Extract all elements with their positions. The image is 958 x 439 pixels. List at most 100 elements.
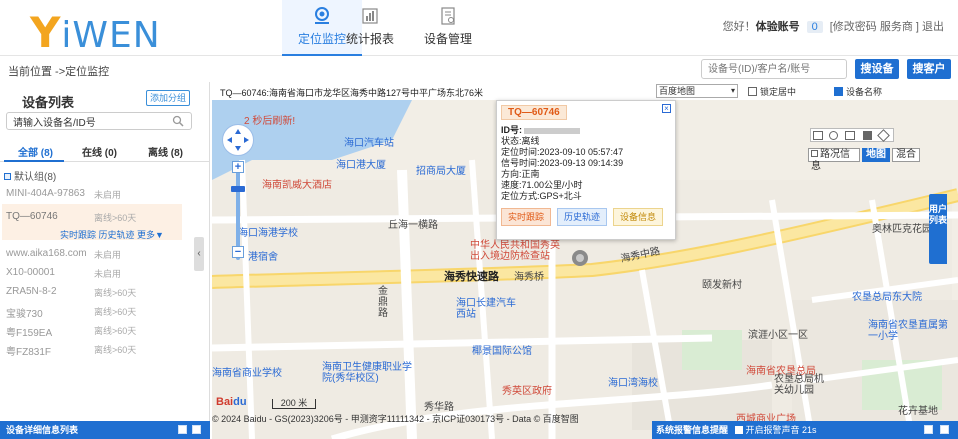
device-name: MINI-404A-97863 xyxy=(6,188,85,199)
checkbox-checked-icon xyxy=(834,87,843,96)
device-status: 离线>60天 xyxy=(94,345,137,355)
map-label: 海秀桥 xyxy=(514,272,544,283)
map-label: 椰景国际公馆 xyxy=(472,346,532,357)
device-info-button[interactable]: 设备信息 xyxy=(613,208,663,226)
map-toolbar xyxy=(810,128,894,142)
map-label: 奥林匹克花园 xyxy=(872,224,932,235)
popup-title: TQ—60746 xyxy=(501,105,567,120)
device-item[interactable]: ZRA5N-8-2 离线>60天 xyxy=(6,286,136,298)
map-label: 金鼎路 xyxy=(378,286,388,319)
device-item[interactable]: 粤FZ831F 离线>60天 xyxy=(6,343,136,358)
active-tab-indicator xyxy=(4,160,64,162)
alarm-label: 系统报警信息提醒 xyxy=(656,425,729,435)
device-status: 未启用 xyxy=(94,269,122,279)
pan-control[interactable] xyxy=(222,124,254,156)
device-item[interactable]: MINI-404A-97863 未启用 xyxy=(6,188,121,200)
lock-center-checkbox[interactable]: 锁定居中 xyxy=(748,85,796,98)
header-user-area: 您好！体验账号 0 [修改密码 服务商 ] 退出 xyxy=(723,18,944,34)
marker-tool-icon[interactable] xyxy=(863,131,872,140)
map-header: TQ—60746:海南省海口市龙华区海秀中路127号中平广场东北76米 百度地图… xyxy=(212,82,958,100)
device-item-selected[interactable]: TQ—60746 离线>60天 xyxy=(6,211,136,223)
map-label: 颐发新村 xyxy=(702,280,742,291)
device-status: 未启用 xyxy=(94,250,122,260)
device-tabs: 全部 (8) 在线 (0) 离线 (8) xyxy=(0,140,210,162)
draw-tool-icon[interactable] xyxy=(877,129,890,142)
device-item[interactable]: www.aika168.com 未启用 xyxy=(6,248,121,260)
redacted-id xyxy=(524,127,580,134)
search-device-button[interactable]: 搜设备 xyxy=(855,59,899,79)
sidebar-collapse-handle[interactable]: ‹ xyxy=(194,237,204,271)
device-action-links[interactable]: 实时跟踪 历史轨迹 更多▼ xyxy=(60,228,164,241)
brand-logo[interactable]: YiWEN xyxy=(30,8,161,57)
minimize-icon[interactable] xyxy=(178,425,187,434)
alarm-notice-bar[interactable]: 系统报警信息提醒 开启报警声音 21s xyxy=(652,421,958,439)
message-count-badge[interactable]: 0 xyxy=(806,21,823,33)
tab-online[interactable]: 在线 (0) xyxy=(82,144,117,159)
nav-device-management[interactable]: 设备管理 xyxy=(408,0,488,56)
search-client-button[interactable]: 搜客户 xyxy=(907,59,951,79)
checkbox-icon xyxy=(748,87,757,96)
layer-map-button[interactable]: 地图 xyxy=(862,148,890,162)
zoom-slider-handle[interactable] xyxy=(231,186,245,192)
close-icon[interactable]: × xyxy=(662,104,671,113)
group-label: 默认组(8) xyxy=(14,172,57,183)
map-label: 出入境边防检查站 xyxy=(470,251,550,262)
map-label: 滨涯小区一区 xyxy=(748,330,808,341)
zoom-in-button[interactable]: + xyxy=(232,161,244,173)
collapse-toggle-icon[interactable] xyxy=(4,173,11,180)
breadcrumb-bar: 当前位置 ->定位监控 搜设备 搜客户 xyxy=(0,57,958,81)
device-detail-list-bar[interactable]: 设备详细信息列表 xyxy=(0,421,210,439)
device-name: TQ—60746 xyxy=(6,211,58,222)
checkbox-icon xyxy=(811,150,818,157)
minimize-icon[interactable] xyxy=(924,425,933,434)
alarm-sound-label: 开启报警声音 21s xyxy=(745,425,817,435)
bar-chart-icon xyxy=(360,6,380,26)
map-label: 海口港大厦 xyxy=(336,160,386,171)
device-name: ZRA5N-8-2 xyxy=(6,286,57,297)
chevron-down-icon: ▾ xyxy=(730,86,735,95)
user-list-tab[interactable]: 用户列表 xyxy=(929,194,947,264)
map-label: 海口长建汽车西站 xyxy=(456,298,516,320)
tab-all[interactable]: 全部 (8) xyxy=(18,144,53,159)
map-scale: 200 米 xyxy=(272,399,316,409)
map-label: 丘海一横路 xyxy=(388,220,438,231)
device-address: TQ—60746:海南省海口市龙华区海秀中路127号中平广场东北76米 xyxy=(220,88,484,98)
map-label: 海秀快速路 xyxy=(444,271,499,283)
realtime-track-button[interactable]: 实时跟踪 xyxy=(501,208,551,226)
ranging-icon[interactable] xyxy=(813,131,823,140)
search-input[interactable] xyxy=(701,59,847,79)
device-name-checkbox[interactable]: 设备名称 xyxy=(834,85,882,98)
device-name: www.aika168.com xyxy=(6,248,87,259)
device-name: 宝骏730 xyxy=(6,309,43,320)
group-header-default[interactable]: 默认组(8) xyxy=(4,168,56,183)
device-sidebar: 设备列表 添加分组 全部 (8) 在线 (0) 离线 (8) 默认组(8) MI… xyxy=(0,82,210,439)
search-icon[interactable] xyxy=(172,115,184,127)
header-links[interactable]: [修改密码 服务商 ] 退出 xyxy=(830,21,944,33)
zoom-out-button[interactable]: − xyxy=(232,246,244,258)
map-copyright: © 2024 Baidu - GS(2023)3206号 - 甲测资字11111… xyxy=(212,414,579,424)
layer-hybrid-button[interactable]: 混合 xyxy=(892,148,920,162)
nav-label: 统计报表 xyxy=(345,32,394,46)
nav-statistics[interactable]: 统计报表 xyxy=(330,0,410,56)
history-track-button[interactable]: 历史轨迹 xyxy=(557,208,607,226)
pan-arrows-icon xyxy=(227,129,249,151)
map-label: 海南省商业学校 xyxy=(212,368,282,379)
maximize-icon[interactable] xyxy=(192,425,201,434)
traffic-button[interactable]: 路况信息 xyxy=(808,148,860,172)
fullscreen-icon[interactable] xyxy=(845,131,855,140)
device-search-input[interactable] xyxy=(6,112,192,130)
device-status: 离线>60天 xyxy=(94,288,137,298)
checkbox-icon[interactable] xyxy=(734,426,743,434)
zoom-box-icon[interactable] xyxy=(829,131,838,140)
tab-offline[interactable]: 离线 (8) xyxy=(148,144,183,159)
map-label: 海口海港学校 xyxy=(238,228,298,239)
add-group-button[interactable]: 添加分组 xyxy=(146,90,190,106)
map-type-select[interactable]: 百度地图 ▾ xyxy=(656,84,738,98)
map-label: 港宿舍 xyxy=(248,252,278,263)
device-item[interactable]: 宝骏730 离线>60天 xyxy=(6,305,136,320)
account-name[interactable]: 体验账号 xyxy=(756,21,800,33)
device-item[interactable]: 粤F159EA 离线>60天 xyxy=(6,324,136,339)
maximize-icon[interactable] xyxy=(940,425,949,434)
device-item[interactable]: X10-00001 未启用 xyxy=(6,267,121,279)
device-status: 离线>60天 xyxy=(94,307,137,317)
